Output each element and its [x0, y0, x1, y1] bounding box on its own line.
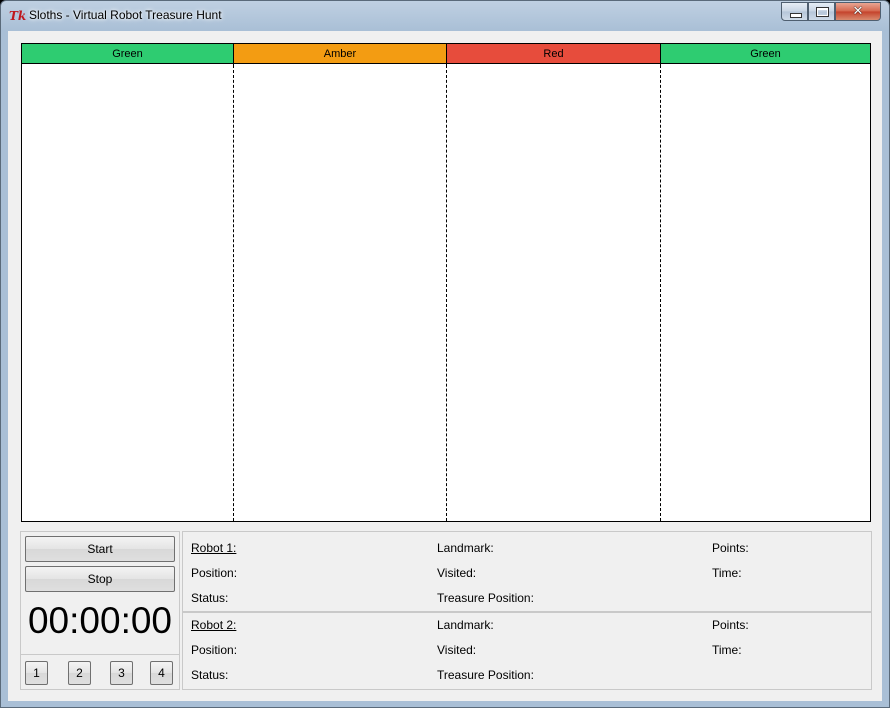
robot-2-button[interactable]: 2 [68, 661, 91, 685]
position-label: Position: [191, 643, 238, 657]
robot-name: Robot 1: [191, 541, 237, 555]
points-label: Points: [712, 541, 749, 555]
robot-1-button[interactable]: 1 [25, 661, 48, 685]
maximize-icon [816, 7, 829, 17]
status-label: Status: [191, 668, 229, 682]
time-label: Time: [712, 566, 742, 580]
start-button[interactable]: Start [25, 536, 175, 562]
zone-header-3: Red [447, 44, 660, 64]
position-label: Position: [191, 566, 238, 580]
time-label: Time: [712, 643, 742, 657]
client-area: Green Amber Red Green Start Stop 00:00:0… [8, 31, 882, 701]
landmark-label: Landmark: [437, 618, 494, 632]
treasure-position-label: Treasure Position: [437, 591, 534, 605]
minimize-icon [790, 13, 802, 18]
robot-name: Robot 2: [191, 618, 237, 632]
treasure-position-label: Treasure Position: [437, 668, 534, 682]
window-title: Sloths - Virtual Robot Treasure Hunt [29, 8, 222, 22]
visited-label: Visited: [437, 643, 477, 657]
stop-button[interactable]: Stop [25, 566, 175, 592]
maximize-button[interactable] [808, 2, 835, 21]
zone-divider-line [233, 65, 234, 521]
tk-feather-icon[interactable]: Tk [9, 9, 26, 23]
close-icon: ✕ [852, 4, 864, 19]
close-button[interactable]: ✕ [835, 2, 881, 21]
robot-info-panel: Robot 1: Landmark: Points: Position: Vis… [182, 531, 872, 690]
robot-2-info: Robot 2: Landmark: Points: Position: Vis… [183, 611, 871, 689]
zone-separator [446, 44, 447, 65]
zone-separator [233, 44, 234, 65]
zone-header-1: Green [22, 44, 233, 64]
arena-canvas[interactable]: Green Amber Red Green [21, 43, 871, 522]
zone-header-4: Green [661, 44, 870, 64]
control-panel: Start Stop 00:00:00 1 2 3 4 [20, 531, 180, 690]
zone-separator [660, 44, 661, 65]
app-window: Tk Sloths - Virtual Robot Treasure Hunt … [0, 0, 890, 708]
robot-4-button[interactable]: 4 [150, 661, 173, 685]
title-bar[interactable]: Tk Sloths - Virtual Robot Treasure Hunt … [1, 1, 889, 31]
robot-3-button[interactable]: 3 [110, 661, 133, 685]
robot-select-row: 1 2 3 4 [21, 654, 179, 690]
status-label: Status: [191, 591, 229, 605]
points-label: Points: [712, 618, 749, 632]
zone-header-2: Amber [234, 44, 446, 64]
zone-divider-line [660, 65, 661, 521]
landmark-label: Landmark: [437, 541, 494, 555]
robot-1-info: Robot 1: Landmark: Points: Position: Vis… [183, 532, 871, 608]
zone-divider-line [446, 65, 447, 521]
minimize-button[interactable] [781, 2, 808, 21]
timer-display: 00:00:00 [27, 600, 173, 641]
visited-label: Visited: [437, 566, 477, 580]
